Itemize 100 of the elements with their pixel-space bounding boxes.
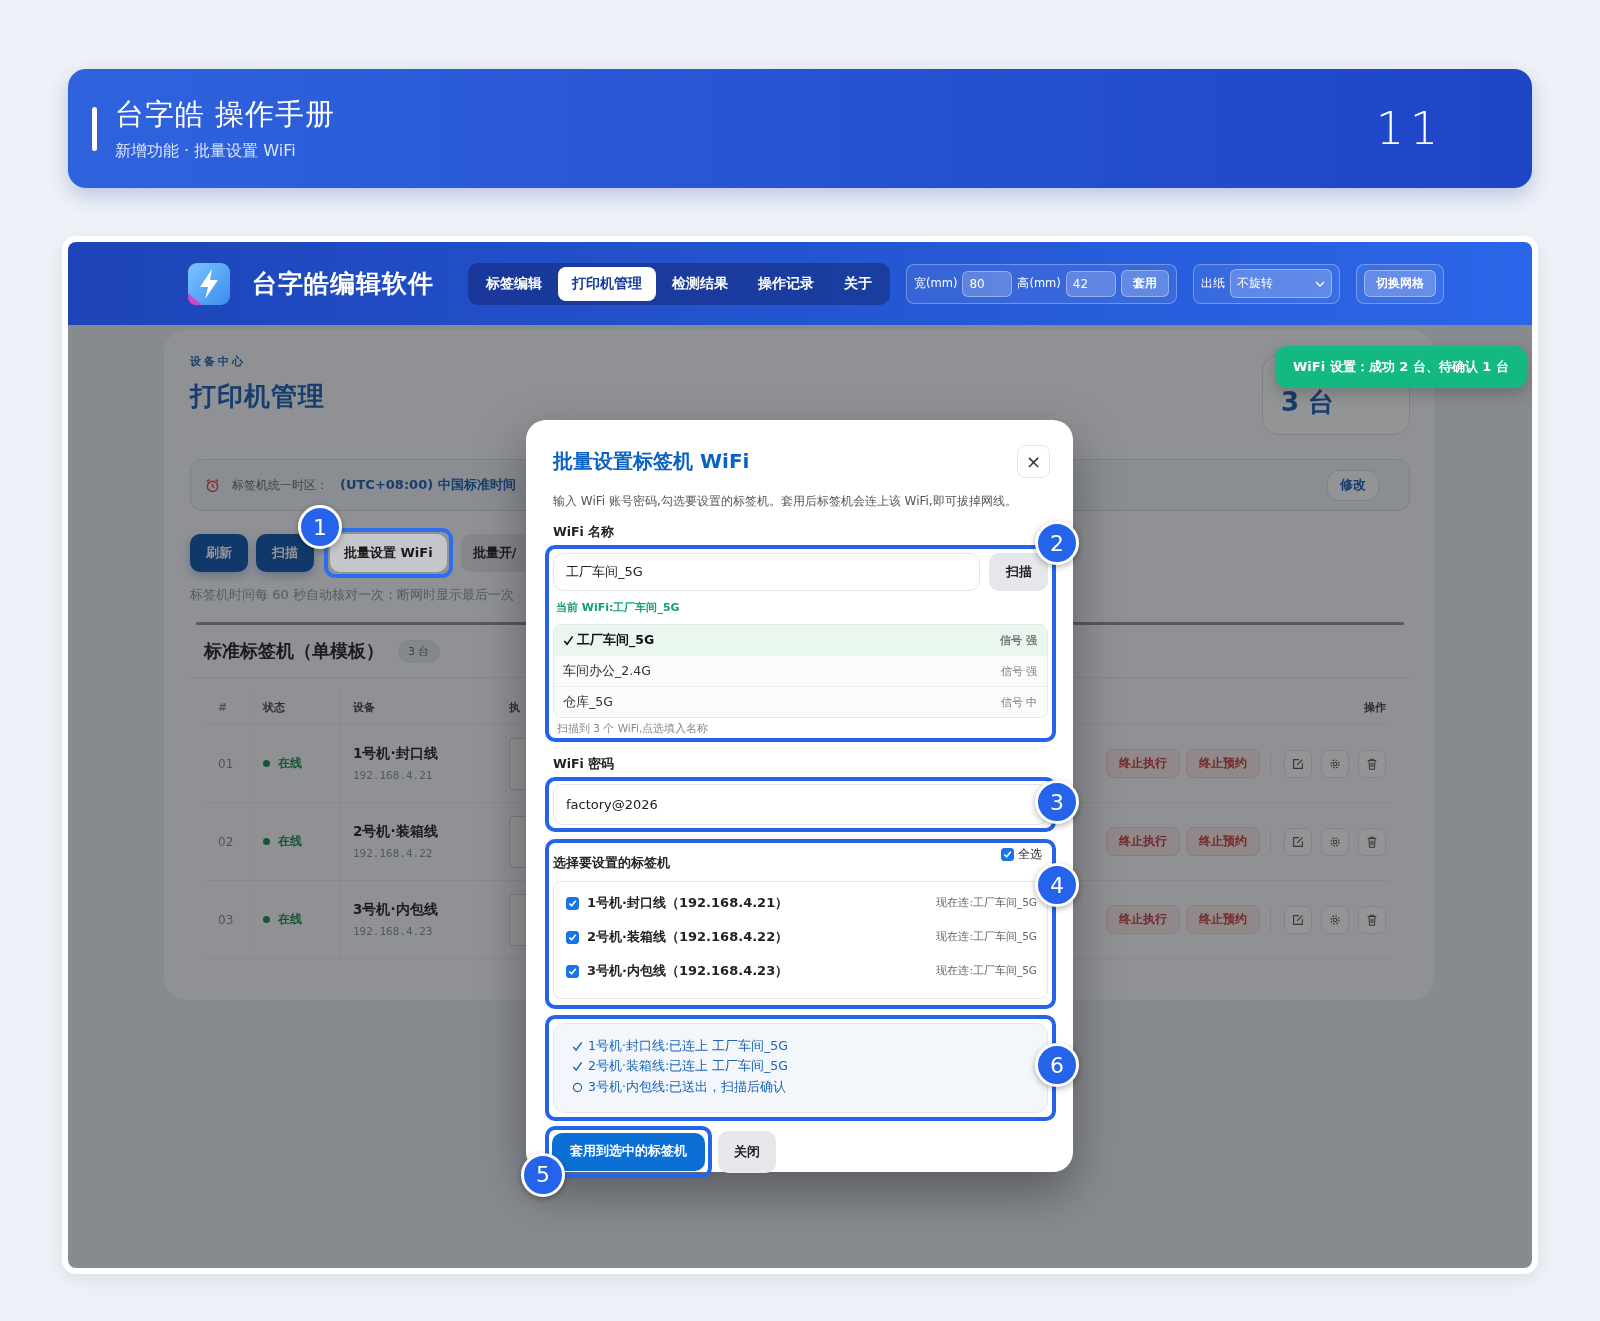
stop-button[interactable]: 终止执行 (1106, 749, 1180, 778)
wifi-network-item[interactable]: 车间办公_2.4G 信号 强 (554, 656, 1047, 687)
section-title: 标准标签机（单模板） (204, 639, 384, 663)
printer-name: 3号机·内包线（192.168.4.23） (587, 962, 789, 980)
manual-subtitle: 新增功能 · 批量设置 WiFi (115, 141, 297, 162)
wifi-network-item[interactable]: 工厂车间_5G 信号 强 (554, 625, 1047, 656)
timezone-value: (UTC+08:00) 中国标准时间 (340, 476, 516, 494)
current-wifi: 当前 WiFi:工厂车间_5G (556, 600, 681, 615)
step-number: 3 (1035, 780, 1079, 824)
printer-checkbox[interactable] (566, 896, 579, 910)
settings-icon[interactable] (1321, 905, 1349, 934)
device-ip: 192.168.4.21 (353, 769, 433, 782)
paper-label: 出纸 (1200, 276, 1225, 291)
device-name: 3号机·内包线 (353, 901, 438, 919)
result-line: 2号机·装箱线:已连上 工厂车间_5G (588, 1058, 788, 1076)
column-header: 状态 (251, 690, 341, 724)
nav-tab[interactable]: 检测结果 (658, 266, 742, 301)
close-dialog-button[interactable]: 关闭 (718, 1130, 776, 1173)
rotation-select[interactable]: 不旋转 (1229, 269, 1332, 298)
network-name: 车间办公_2.4G (563, 662, 651, 680)
printer-list-title: 选择要设置的标签机 (553, 855, 670, 872)
delete-icon[interactable] (1358, 749, 1386, 778)
stop-button[interactable]: 终止预约 (1186, 905, 1260, 934)
dialog-description: 输入 WiFi 账号密码,勾选要设置的标签机。套用后标签机会连上该 WiFi,即可拔掉网线。 (553, 493, 1018, 510)
device-count: 3 台 (1281, 386, 1335, 419)
success-toast: WiFi 设置：成功 2 台、待确认 1 台 (1275, 346, 1527, 388)
action-button[interactable]: 刷新 (190, 534, 248, 572)
check-icon (563, 634, 574, 646)
page-number: 11 (1376, 103, 1444, 154)
signal-strength: 信号 强 (1000, 663, 1037, 679)
current-connection: 现在连:工厂车间_5G (936, 896, 1037, 910)
row-index: 01 (206, 725, 251, 802)
wifi-network-item[interactable]: 仓库_5G 信号 中 (554, 687, 1047, 717)
height-label: 高(mm) (1017, 276, 1061, 291)
column-header: # (206, 690, 251, 724)
alarm-clock-icon (205, 477, 220, 493)
select-all-checkbox[interactable] (1001, 848, 1014, 861)
status-text: 在线 (278, 833, 302, 850)
edit-icon[interactable] (1284, 749, 1312, 778)
network-name: 工厂车间_5G (577, 631, 655, 649)
result-line: 1号机·封口线:已连上 工厂车间_5G (588, 1037, 788, 1055)
status-text: 在线 (278, 755, 302, 772)
row-index: 02 (206, 803, 251, 880)
dialog-title: 批量设置标签机 WiFi (553, 448, 750, 475)
nav-tab[interactable]: 操作记录 (744, 266, 828, 301)
signal-strength: 信号 强 (1000, 632, 1037, 648)
section-eyebrow: 设备中心 (190, 354, 247, 369)
width-field[interactable]: 80 (962, 270, 1013, 297)
stop-button[interactable]: 终止执行 (1106, 827, 1180, 856)
current-connection: 现在连:工厂车间_5G (936, 930, 1037, 944)
device-ip: 192.168.4.23 (353, 925, 433, 938)
column-header: 操作 (1363, 699, 1387, 716)
edit-icon[interactable] (1284, 905, 1312, 934)
printer-name: 2号机·装箱线（192.168.4.22） (587, 928, 789, 946)
apply-button[interactable]: 套用到选中的标签机 (552, 1132, 705, 1171)
column-header: 设备 (341, 690, 506, 724)
device-ip: 192.168.4.22 (353, 847, 433, 860)
settings-icon[interactable] (1321, 749, 1349, 778)
lightning-logo-icon (188, 262, 230, 305)
height-field[interactable]: 42 (1065, 270, 1116, 297)
stop-button[interactable]: 终止预约 (1186, 749, 1260, 778)
batch-wifi-button[interactable]: 批量设置 WiFi (330, 534, 447, 572)
nav-tab[interactable]: 标签编辑 (472, 266, 556, 301)
app-name: 台字皓编辑软件 (252, 268, 434, 300)
device-name: 2号机·装箱线 (353, 823, 438, 841)
count-badge: 3 台 (398, 639, 440, 663)
edit-timezone-button[interactable]: 修改 (1327, 469, 1379, 501)
device-name: 1号机·封口线 (353, 745, 438, 763)
close-button[interactable]: × (1017, 445, 1050, 478)
stop-button[interactable]: 终止执行 (1106, 905, 1180, 934)
field-label: WiFi 密码 (553, 756, 616, 773)
check-icon (572, 1061, 583, 1073)
delete-icon[interactable] (1358, 827, 1386, 856)
current-connection: 现在连:工厂车间_5G (936, 964, 1037, 978)
check-icon (572, 1040, 583, 1052)
step-number: 6 (1035, 1043, 1079, 1087)
scan-summary: 扫描到 3 个 WiFi,点选填入名称 (557, 722, 710, 736)
printer-checkbox[interactable] (566, 964, 579, 978)
result-line: 3号机·内包线:已送出，扫描后确认 (588, 1078, 787, 1096)
printer-checkbox[interactable] (566, 930, 579, 944)
delete-icon[interactable] (1358, 905, 1386, 934)
edit-icon[interactable] (1284, 827, 1312, 856)
nav-tab[interactable]: 打印机管理 (558, 266, 656, 301)
stop-button[interactable]: 终止预约 (1186, 827, 1260, 856)
caret-icon (1314, 280, 1325, 287)
toggle-grid-button[interactable]: 切换网格 (1363, 270, 1436, 297)
timezone-label: 标签机统一时区： (232, 476, 328, 494)
width-label: 宽(mm) (914, 276, 958, 291)
row-index: 03 (206, 881, 251, 958)
scan-button[interactable]: 扫描 (989, 553, 1048, 591)
action-button[interactable]: 扫描 (256, 534, 314, 572)
network-name: 仓库_5G (563, 693, 613, 711)
settings-icon[interactable] (1321, 827, 1349, 856)
circle-icon (572, 1081, 583, 1093)
status-text: 在线 (278, 911, 302, 928)
page-title: 打印机管理 (190, 380, 325, 413)
wifi-name-field[interactable]: 工厂车间_5G (553, 553, 980, 591)
nav-tab[interactable]: 关于 (830, 266, 886, 301)
apply-size-button[interactable]: 套用 (1120, 270, 1169, 297)
signal-strength: 信号 中 (1000, 694, 1037, 710)
